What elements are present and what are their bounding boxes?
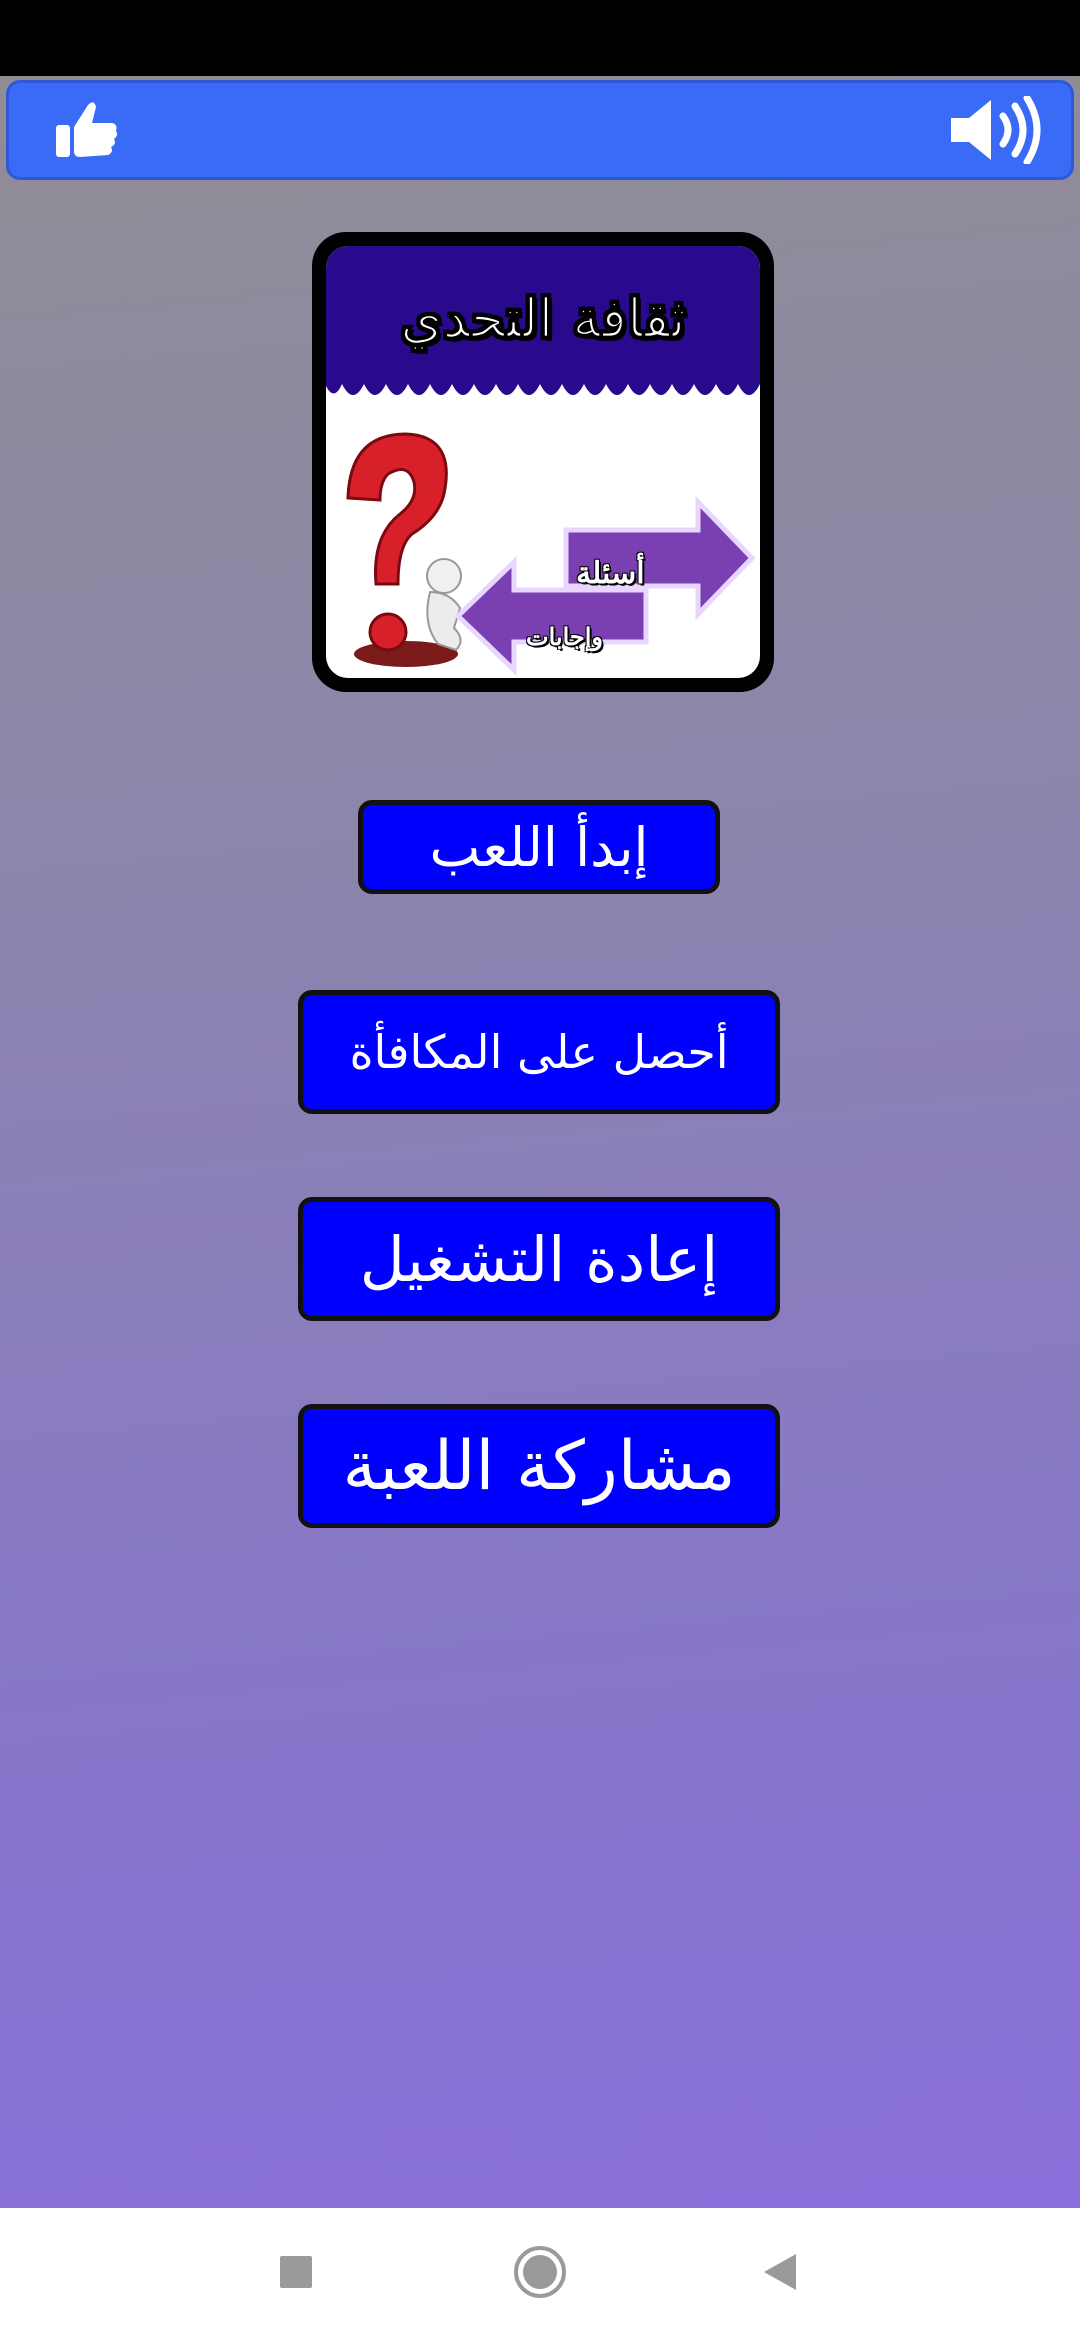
logo-arrow-questions: أسئلة [576,556,645,591]
top-bar [6,80,1074,180]
get-reward-button[interactable]: أحصل على المكافأة [298,990,780,1114]
navigation-bar [0,2208,1080,2340]
like-button[interactable] [49,97,125,167]
sound-button[interactable] [945,94,1045,168]
circle-home-icon [513,2245,567,2303]
start-game-button[interactable]: إبدأ اللعب [358,800,720,894]
thumbs-up-icon [54,99,120,165]
home-button[interactable] [505,2244,575,2304]
square-recents-icon [279,2255,313,2293]
logo-title: ثقافة التحدي [400,286,687,351]
recents-button[interactable] [261,2244,331,2304]
back-button[interactable] [745,2244,815,2304]
logo-arrow-answers: وإجابات [526,622,603,651]
speaker-volume-icon [947,94,1043,168]
triangle-back-icon [762,2252,798,2296]
share-game-button[interactable]: مشاركة اللعبة [298,1404,780,1528]
status-bar [0,0,1080,76]
app-logo: ثقافة التحدي أسئلة وإجابات [312,232,774,692]
logo-inner: ثقافة التحدي أسئلة وإجابات [326,246,760,678]
restart-button[interactable]: إعادة التشغيل [298,1197,780,1321]
